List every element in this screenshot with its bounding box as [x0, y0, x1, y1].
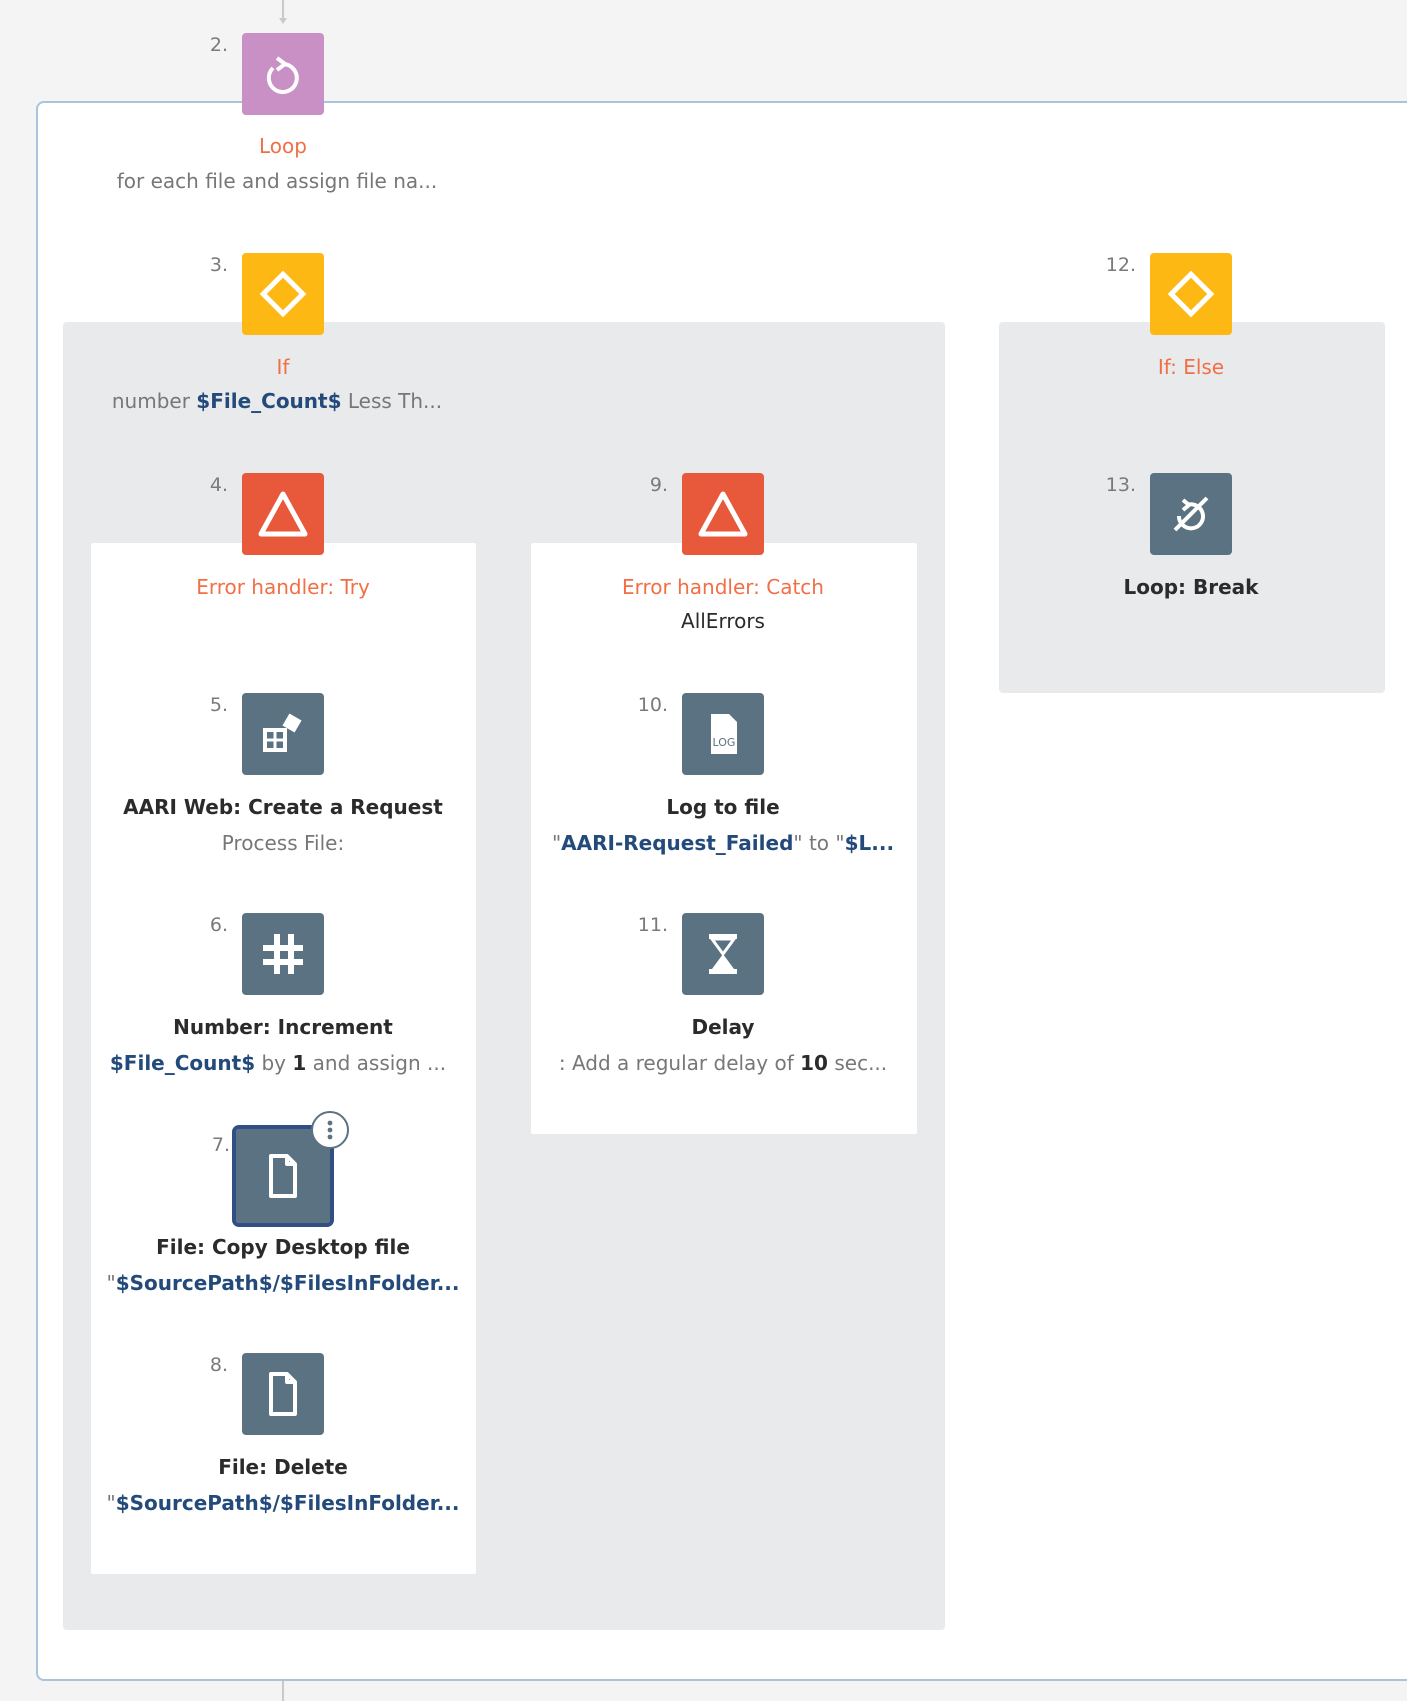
text-part: and assign ...	[306, 1051, 447, 1075]
step-number: 8.	[209, 1354, 228, 1376]
node-subtitle: number $File_Count$ Less Th...	[87, 389, 467, 413]
node-title: If	[276, 355, 290, 379]
text-part: by	[255, 1051, 293, 1075]
text-part: " to "	[793, 831, 845, 855]
variable: AARI-Request_Failed	[561, 831, 794, 855]
step-number: 13.	[1105, 474, 1136, 496]
node-loop[interactable]	[242, 33, 324, 115]
value: 1	[292, 1051, 307, 1075]
node-subtitle: AllErrors	[533, 609, 913, 633]
text-part: "	[551, 831, 562, 855]
node-subtitle: "AARI-Request_Failed" to "$L...	[533, 831, 913, 855]
step-number: 5.	[209, 694, 228, 716]
step-number: 3.	[209, 254, 228, 276]
node-error-catch[interactable]	[682, 473, 764, 555]
file-icon	[269, 1372, 297, 1416]
node-if-else[interactable]	[1150, 253, 1232, 335]
node-error-try[interactable]	[242, 473, 324, 555]
node-title: File: Delete	[218, 1455, 348, 1479]
node-title: File: Copy Desktop file	[156, 1235, 410, 1259]
node-if[interactable]	[242, 253, 324, 335]
step-number: 10.	[637, 694, 668, 716]
value: 10	[800, 1051, 828, 1075]
node-subtitle: : Add a regular delay of 10 sec...	[533, 1051, 913, 1075]
text-part: Less Th...	[341, 389, 443, 413]
node-subtitle: "$SourcePath$/$FilesInFolder...	[93, 1271, 473, 1295]
if-diamond-icon	[259, 270, 307, 318]
node-title: Loop	[259, 134, 307, 158]
variable: $L...	[844, 831, 895, 855]
log-icon-text: LOG	[713, 736, 736, 749]
text-part: "	[106, 1491, 116, 1515]
error-triangle-icon	[698, 491, 748, 537]
node-title: Error handler: Catch	[622, 575, 824, 599]
if-diamond-icon	[1167, 270, 1215, 318]
node-title: If: Else	[1157, 355, 1225, 379]
node-number-increment[interactable]	[242, 913, 324, 995]
node-title: Error handler: Try	[196, 575, 370, 599]
step-number: 2.	[209, 34, 228, 56]
variable: $SourcePath$/$FilesInFolder...	[115, 1271, 460, 1295]
node-aari-web[interactable]	[242, 693, 324, 775]
loop-break-icon	[1173, 496, 1209, 532]
node-title: Number: Increment	[173, 1015, 393, 1039]
text-part: : Add a regular delay of	[558, 1051, 801, 1075]
error-triangle-icon	[258, 491, 308, 537]
step-number: 12.	[1105, 254, 1136, 276]
node-title: Log to file	[666, 795, 780, 819]
node-title: Delay	[691, 1015, 755, 1039]
number-hash-icon	[263, 934, 303, 974]
hourglass-icon	[709, 934, 737, 974]
aari-web-icon	[263, 713, 302, 752]
loop-icon	[266, 56, 299, 94]
node-subtitle: for each file and assign file na...	[116, 169, 438, 193]
node-menu-button[interactable]	[311, 1111, 349, 1149]
text-part: sec...	[827, 1051, 888, 1075]
node-subtitle: "$SourcePath$/$FilesInFolder...	[93, 1491, 473, 1515]
step-number: 7.	[211, 1134, 230, 1156]
node-delay[interactable]	[682, 913, 764, 995]
step-number: 11.	[637, 914, 668, 936]
node-file-delete[interactable]	[242, 1353, 324, 1435]
log-file-icon: LOG	[711, 714, 737, 754]
file-icon	[269, 1154, 297, 1198]
text-part: number	[111, 389, 197, 413]
text-part: AllErrors	[681, 609, 765, 633]
variable: $File_Count$	[196, 389, 342, 413]
node-title: AARI Web: Create a Request	[123, 795, 443, 819]
node-loop-break[interactable]	[1150, 473, 1232, 555]
node-title: Loop: Break	[1123, 575, 1259, 599]
node-subtitle: $File_Count$ by 1 and assign ...	[88, 1051, 468, 1075]
variable: $SourcePath$/$FilesInFolder...	[115, 1491, 460, 1515]
variable: $File_Count$	[109, 1051, 256, 1075]
text-part: "	[106, 1271, 116, 1295]
flow-canvas: 2. Loop for each file and assign file na…	[0, 0, 1407, 1701]
step-number: 6.	[209, 914, 228, 936]
node-log-to-file[interactable]: LOG	[682, 693, 764, 775]
node-subtitle: Process File:	[221, 831, 345, 855]
more-vertical-icon	[327, 1120, 333, 1140]
step-number: 4.	[209, 474, 228, 496]
step-number: 9.	[649, 474, 668, 496]
